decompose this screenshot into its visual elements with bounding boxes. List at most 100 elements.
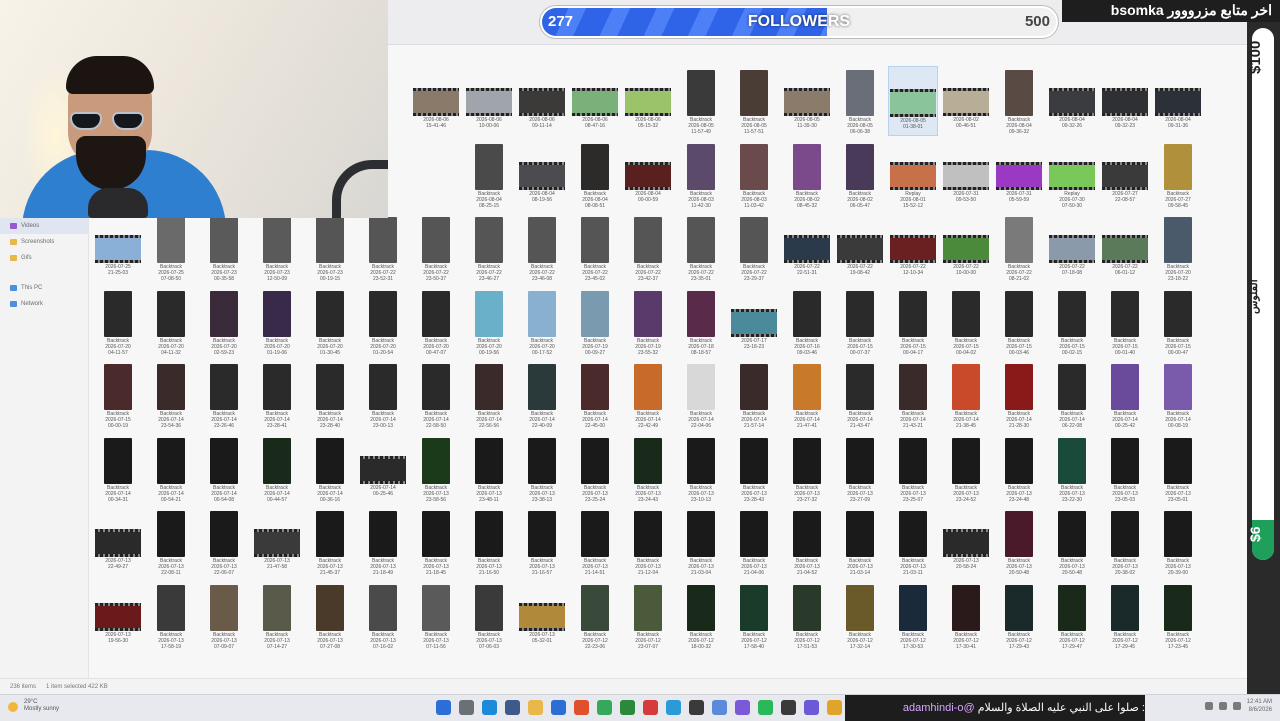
- file-item[interactable]: Replay 2026-08-01 15-52-12: [888, 140, 938, 210]
- file-item[interactable]: 2026-08-06 10-00-06: [464, 66, 514, 136]
- file-item[interactable]: Backtrack 2026-07-19 00-09-27: [570, 287, 620, 357]
- file-item[interactable]: 2026-08-04 09-31-36: [1153, 66, 1203, 136]
- brave-browser-icon[interactable]: [574, 700, 589, 715]
- file-item[interactable]: Backtrack 2026-07-14 21-43-47: [835, 360, 885, 430]
- nav-item[interactable]: Videos: [0, 218, 88, 234]
- file-item[interactable]: Backtrack 2026-07-14 21-47-41: [782, 360, 832, 430]
- file-item[interactable]: 2026-08-06 05-15-32: [623, 66, 673, 136]
- file-item[interactable]: Backtrack 2026-07-12 17-30-41: [941, 581, 991, 651]
- file-item[interactable]: Backtrack 2026-07-15 00-02-15: [1047, 287, 1097, 357]
- file-item[interactable]: Backtrack 2026-07-19 23-55-32: [623, 287, 673, 357]
- weather-widget[interactable]: 29°C Mostly sunny: [24, 699, 59, 713]
- file-item[interactable]: Backtrack 2026-07-13 23-28-43: [729, 434, 779, 504]
- file-item[interactable]: Backtrack 2026-07-12 17-51-53: [782, 581, 832, 651]
- file-item[interactable]: Backtrack 2026-07-14 21-57-14: [729, 360, 779, 430]
- file-item[interactable]: 2026-07-13 05-32-01: [517, 581, 567, 651]
- file-item[interactable]: 2026-08-05 11-39-30: [782, 66, 832, 136]
- search-icon[interactable]: [459, 700, 474, 715]
- file-item[interactable]: 2026-07-27 22-08-57: [1100, 140, 1150, 210]
- file-item[interactable]: Backtrack 2026-08-02 06-05-47: [835, 140, 885, 210]
- file-item[interactable]: Backtrack 2026-07-14 23-28-40: [305, 360, 355, 430]
- file-item[interactable]: Backtrack 2026-07-20 00-19-56: [464, 287, 514, 357]
- file-item[interactable]: Backtrack 2026-07-20 04-11-32: [146, 287, 196, 357]
- file-item[interactable]: Backtrack 2026-07-13 20-50-48: [1047, 507, 1097, 577]
- nav-item[interactable]: This PC: [0, 280, 88, 296]
- file-item[interactable]: Backtrack 2026-07-13 21-12-04: [623, 507, 673, 577]
- vpn-shield-icon[interactable]: [597, 700, 612, 715]
- chat-icon[interactable]: [735, 700, 750, 715]
- file-item[interactable]: Backtrack 2026-07-23 00-35-58: [199, 213, 249, 283]
- file-item[interactable]: Backtrack 2026-07-14 22-04-06: [676, 360, 726, 430]
- task-view-icon[interactable]: [505, 700, 520, 715]
- store-icon[interactable]: [551, 700, 566, 715]
- file-item[interactable]: 2026-08-06 15-41-46: [411, 66, 461, 136]
- file-item[interactable]: Backtrack 2026-07-14 21-38-45: [941, 360, 991, 430]
- file-item[interactable]: Backtrack 2026-07-14 00-34-31: [93, 434, 143, 504]
- file-item[interactable]: 2026-07-22 06-01-12: [1100, 213, 1150, 283]
- file-item[interactable]: 2026-08-04 00-00-59: [623, 140, 673, 210]
- file-item[interactable]: Backtrack 2026-07-13 07-11-56: [411, 581, 461, 651]
- file-item[interactable]: Backtrack 2026-07-13 23-24-52: [941, 434, 991, 504]
- file-item[interactable]: 2026-07-31 05-59-59: [994, 140, 1044, 210]
- file-item[interactable]: Backtrack 2026-07-13 23-24-48: [994, 434, 1044, 504]
- file-item[interactable]: Backtrack 2026-07-13 21-04-06: [729, 507, 779, 577]
- file-item[interactable]: Backtrack 2026-07-14 21-43-21: [888, 360, 938, 430]
- file-item[interactable]: Backtrack 2026-07-27 09-58-45: [1153, 140, 1203, 210]
- file-item[interactable]: Backtrack 2026-07-13 20-39-00: [1153, 507, 1203, 577]
- file-item[interactable]: Backtrack 2026-07-14 23-00-13: [358, 360, 408, 430]
- telegram-icon[interactable]: [666, 700, 681, 715]
- file-item[interactable]: Backtrack 2026-07-20 01-19-06: [252, 287, 302, 357]
- file-item[interactable]: Backtrack 2026-07-12 22-23-06: [570, 581, 620, 651]
- file-item[interactable]: 2026-07-22 07-18-08: [1047, 213, 1097, 283]
- file-item[interactable]: Backtrack 2026-07-23 00-19-15: [305, 213, 355, 283]
- teams-icon[interactable]: [804, 700, 819, 715]
- file-item[interactable]: Backtrack 2026-07-12 17-23-45: [1153, 581, 1203, 651]
- windows-start-icon[interactable]: [436, 700, 451, 715]
- file-item[interactable]: Backtrack 2026-07-13 07-27-08: [305, 581, 355, 651]
- file-explorer-icon[interactable]: [528, 700, 543, 715]
- file-item[interactable]: Backtrack 2026-07-12 17-29-47: [1047, 581, 1097, 651]
- file-item[interactable]: 2026-07-14 00-25-46: [358, 434, 408, 504]
- file-item[interactable]: Backtrack 2026-07-13 23-48-11: [464, 434, 514, 504]
- file-item[interactable]: Backtrack 2026-07-12 17-29-43: [994, 581, 1044, 651]
- clock[interactable]: 12:41 AM 8/6/2026: [1247, 698, 1272, 714]
- file-item[interactable]: Backtrack 2026-07-20 00-47-07: [411, 287, 461, 357]
- xbox-icon[interactable]: [620, 700, 635, 715]
- file-item[interactable]: 2026-07-13 22-49-27: [93, 507, 143, 577]
- nav-item[interactable]: Network: [0, 296, 88, 312]
- file-item[interactable]: 2026-07-22 19-08-42: [835, 213, 885, 283]
- file-item[interactable]: Backtrack 2026-07-20 04-11-57: [93, 287, 143, 357]
- file-item[interactable]: Backtrack 2026-07-14 22-56-56: [464, 360, 514, 430]
- file-item[interactable]: Backtrack 2026-07-20 01-30-45: [305, 287, 355, 357]
- file-item[interactable]: Backtrack 2026-07-13 23-25-07: [888, 434, 938, 504]
- file-item[interactable]: Backtrack 2026-07-14 23-26-46: [199, 360, 249, 430]
- file-item[interactable]: Backtrack 2026-07-20 23-18-22: [1153, 213, 1203, 283]
- file-item[interactable]: Backtrack 2026-07-14 22-45-00: [570, 360, 620, 430]
- file-item[interactable]: 2026-08-06 08-47-16: [570, 66, 620, 136]
- file-item[interactable]: Backtrack 2026-07-13 22-06-07: [199, 507, 249, 577]
- wifi-icon[interactable]: [1218, 702, 1227, 710]
- file-item[interactable]: Backtrack 2026-07-13 21-03-14: [835, 507, 885, 577]
- file-item[interactable]: Backtrack 2026-07-13 20-50-48: [994, 507, 1044, 577]
- file-item[interactable]: 2026-07-13 20-58-24: [941, 507, 991, 577]
- file-item[interactable]: Backtrack 2026-07-14 23-54-36: [146, 360, 196, 430]
- file-item[interactable]: Backtrack 2026-07-13 21-16-57: [517, 507, 567, 577]
- file-item[interactable]: Backtrack 2026-07-20 02-59-23: [199, 287, 249, 357]
- file-item[interactable]: Backtrack 2026-07-22 23-42-37: [623, 213, 673, 283]
- file-item[interactable]: Backtrack 2026-07-22 08-21-02: [994, 213, 1044, 283]
- file-item[interactable]: 2026-08-04 09-32-26: [1047, 66, 1097, 136]
- file-item[interactable]: Backtrack 2026-07-13 23-25-24: [570, 434, 620, 504]
- file-item[interactable]: Backtrack 2026-07-13 23-27-32: [782, 434, 832, 504]
- file-item[interactable]: 2026-07-22 12-10-34: [888, 213, 938, 283]
- file-item[interactable]: Backtrack 2026-08-02 08-45-32: [782, 140, 832, 210]
- file-item[interactable]: Backtrack 2026-07-12 17-58-40: [729, 581, 779, 651]
- file-item[interactable]: Backtrack 2026-07-25 07-08-50: [146, 213, 196, 283]
- media-icon[interactable]: [689, 700, 704, 715]
- spotify-icon[interactable]: [758, 700, 773, 715]
- file-item[interactable]: Backtrack 2026-07-14 00-54-08: [199, 434, 249, 504]
- file-item[interactable]: Backtrack 2026-07-16 09-03-46: [782, 287, 832, 357]
- file-item[interactable]: Backtrack 2026-07-13 23-58-56: [411, 434, 461, 504]
- file-item[interactable]: Backtrack 2026-08-05 11-57-49: [676, 66, 726, 136]
- file-item[interactable]: 2026-08-04 09-32-23: [1100, 66, 1150, 136]
- file-item[interactable]: 2026-07-13 19-56-30: [93, 581, 143, 651]
